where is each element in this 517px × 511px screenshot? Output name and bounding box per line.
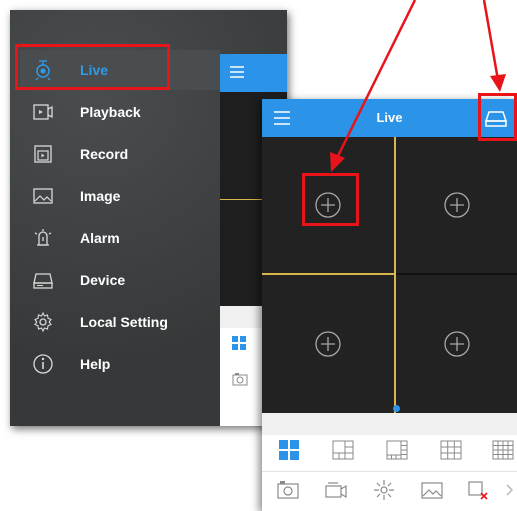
menu-item-label: Help [80,356,111,372]
layout-1plus5-icon[interactable] [330,437,356,463]
menu-item-label: Local Setting [80,314,168,330]
gear-icon [34,311,52,333]
snapshot-icon [232,373,248,386]
layout-1x1-icon [232,336,246,350]
menu-item-image[interactable]: Image [20,176,220,216]
page-indicator-dot [393,405,400,412]
hamburger-menu-icon [230,66,244,78]
grid-divider [262,273,394,275]
menu-item-label: Record [80,146,129,162]
grid-divider [394,137,396,413]
playback-icon [33,104,53,120]
add-channel-icon[interactable] [442,190,472,220]
video-cell-3[interactable] [262,275,394,413]
menu-item-label: Image [80,188,121,204]
layout-3x3-icon[interactable] [438,437,464,463]
snapshot-icon[interactable] [276,479,300,501]
highlight-box-device-button [478,93,517,141]
device-icon [33,273,53,289]
menu-item-device[interactable]: Device [20,260,220,300]
layout-1x1-icon[interactable] [276,437,302,463]
record-video-icon[interactable] [324,479,348,501]
menu-item-alarm[interactable]: Alarm [20,218,220,258]
menu-item-label: Alarm [80,230,120,246]
grid-divider [396,273,517,275]
video-cell-2[interactable] [396,137,517,273]
video-grid [262,137,517,413]
layout-4x4-icon[interactable] [490,437,516,463]
layout-1plus7-icon[interactable] [384,437,410,463]
toolbar [262,471,517,508]
help-icon [33,354,53,374]
menu-item-label: Playback [80,104,141,120]
alarm-icon [34,229,52,246]
menu-item-help[interactable]: Help [20,344,220,384]
layout-selector [262,437,517,467]
video-cell-4[interactable] [396,275,517,413]
hamburger-menu-icon[interactable] [272,108,292,128]
image-icon [33,188,53,204]
add-channel-icon[interactable] [313,329,343,359]
add-channel-icon[interactable] [442,329,472,359]
live-view-screen: Live [262,99,517,511]
highlight-box-live-menu [15,44,170,90]
menu-item-playback[interactable]: Playback [20,92,220,132]
chevron-right-icon[interactable] [504,479,516,501]
image-icon[interactable] [420,479,444,501]
menu-item-local-setting[interactable]: Local Setting [20,302,220,342]
ptz-icon[interactable] [372,479,396,501]
menu-item-record[interactable]: Record [20,134,220,174]
underlying-top-bar [220,54,287,92]
record-icon [34,145,52,163]
arrow-to-device-button [482,0,506,92]
menu-item-label: Device [80,272,126,288]
highlight-box-add-channel [302,173,359,226]
close-all-icon[interactable] [466,479,490,501]
page-indicator-strip [262,413,517,435]
